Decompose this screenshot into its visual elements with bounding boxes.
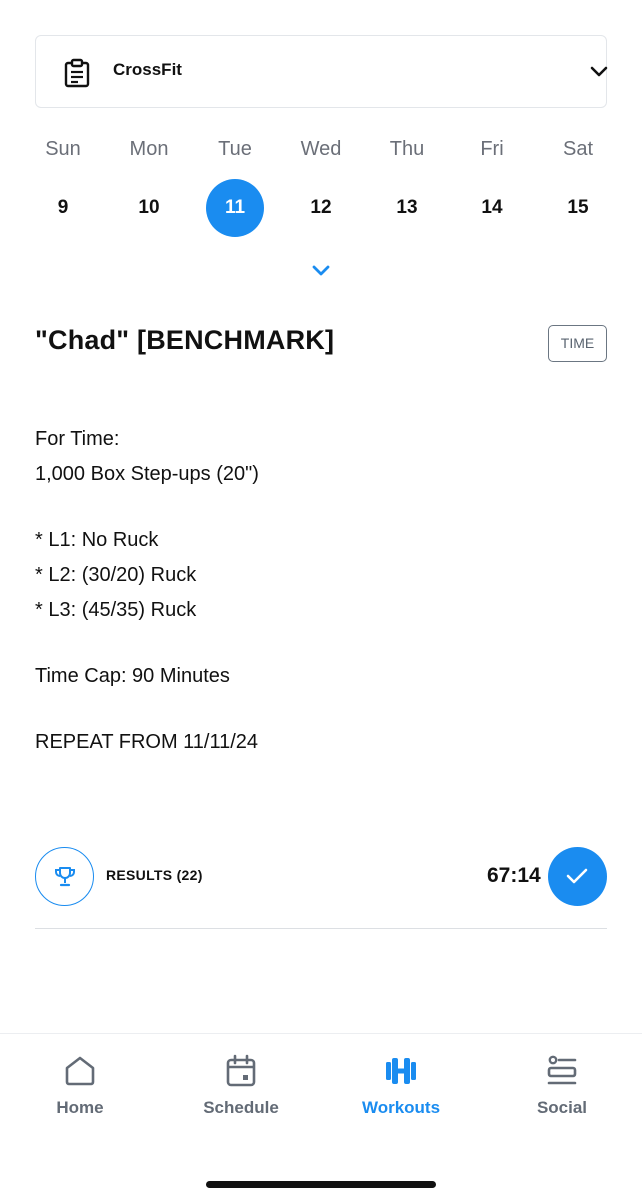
tab-label: Workouts <box>361 1098 441 1117</box>
program-name: CrossFit <box>113 60 182 79</box>
tab-label: Social <box>536 1098 588 1117</box>
day-number: 13 <box>396 197 418 218</box>
day-number: 12 <box>310 197 332 218</box>
program-selector[interactable]: CrossFit <box>35 35 608 108</box>
bottom-tab-bar: Home Schedule Workouts Social <box>0 1033 642 1200</box>
expand-calendar-chevron-icon[interactable] <box>310 263 332 279</box>
day-number: 15 <box>567 197 589 218</box>
tab-label: Schedule <box>203 1098 279 1117</box>
workout-line: 1,000 Box Step-ups (20") <box>35 463 259 485</box>
tab-schedule[interactable]: Schedule <box>176 1054 306 1124</box>
checkmark-icon <box>566 868 588 884</box>
day-name: Sat <box>562 138 594 160</box>
workout-line: * L3: (45/35) Ruck <box>35 599 197 621</box>
workout-type-badge: TIME <box>548 325 607 362</box>
result-time: 67:14 <box>487 864 541 887</box>
calendar-icon <box>226 1054 256 1087</box>
social-feed-icon <box>547 1055 577 1085</box>
tab-home[interactable]: Home <box>15 1054 145 1124</box>
day-name: Wed <box>300 138 342 160</box>
day-name: Tue <box>218 138 252 160</box>
results-label[interactable]: RESULTS (22) <box>106 867 203 883</box>
day-name: Mon <box>129 138 169 160</box>
home-indicator <box>206 1181 436 1188</box>
trophy-icon <box>55 867 75 887</box>
day-number: 9 <box>57 197 69 218</box>
results-button[interactable] <box>35 847 94 906</box>
chevron-down-icon <box>590 66 608 77</box>
workout-title: "Chad" [BENCHMARK] <box>35 325 335 355</box>
dumbbell-icon <box>386 1058 416 1084</box>
tab-social[interactable]: Social <box>497 1054 627 1124</box>
workout-line: Time Cap: 90 Minutes <box>35 665 230 687</box>
clipboard-icon <box>64 58 90 88</box>
workout-line: For Time: <box>35 428 120 450</box>
tab-workouts[interactable]: Workouts <box>336 1054 466 1124</box>
tab-label: Home <box>56 1098 104 1117</box>
day-number-selected: 11 <box>206 179 264 237</box>
home-icon <box>65 1056 95 1086</box>
day-name: Sun <box>45 138 81 160</box>
workout-line: * L1: No Ruck <box>35 529 159 551</box>
status-area <box>0 0 642 14</box>
day-name: Fri <box>480 138 504 160</box>
workout-line: * L2: (30/20) Ruck <box>35 564 197 586</box>
day-number: 10 <box>138 197 160 218</box>
complete-button[interactable] <box>548 847 607 906</box>
day-name: Thu <box>389 138 425 160</box>
divider <box>35 928 607 929</box>
workout-line: REPEAT FROM 11/11/24 <box>35 731 259 753</box>
day-number: 14 <box>481 197 503 218</box>
week-strip: Sun 9 Mon 10 Tue 11 Wed 12 Thu 13 Fri 14… <box>0 138 642 238</box>
